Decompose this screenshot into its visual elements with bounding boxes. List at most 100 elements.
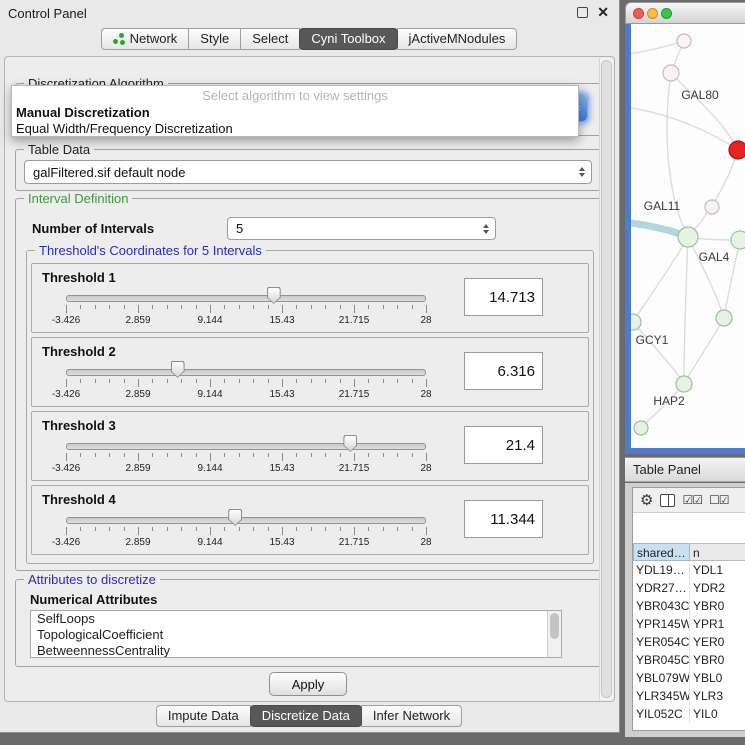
network-canvas[interactable]: GAL80GAL11GAL4GCY1HAP2 [631, 24, 745, 448]
node-table-window: ⚙ ☑☑ ☐☑ shared… n YDL19…YDL1YDR27…YDR2YB… [632, 487, 745, 731]
tab-discretize-data[interactable]: Discretize Data [250, 705, 362, 727]
table-row[interactable]: YIL052CYIL0 [633, 705, 745, 723]
table-row[interactable]: YDL19…YDL1 [633, 561, 745, 579]
table-cell[interactable]: YDR2 [690, 579, 745, 597]
network-window-titlebar[interactable] [625, 2, 745, 24]
gear-icon[interactable]: ⚙ [640, 493, 653, 508]
node-hap2[interactable] [676, 376, 692, 392]
table-cell[interactable]: YBR0 [690, 651, 745, 669]
tick-label: 28 [420, 537, 431, 548]
threshold-2-value-field[interactable]: 6.316 [464, 352, 543, 390]
tick-label: 21.715 [339, 389, 370, 400]
table-row[interactable]: YDR27…YDR2 [633, 579, 745, 597]
node-label: HAP2 [653, 394, 685, 408]
table-cell[interactable]: YLR3 [690, 687, 745, 705]
table-row[interactable]: YPR145WYPR1 [633, 615, 745, 633]
table-row[interactable]: YLR345WYLR3 [633, 687, 745, 705]
table-row[interactable]: YBR043CYBR0 [633, 597, 745, 615]
table-cell[interactable]: YPR145W [633, 615, 690, 633]
threshold-1-slider[interactable]: -3.4262.8599.14415.4321.71528 [46, 286, 446, 330]
table-cell[interactable]: YBR0 [690, 597, 745, 615]
tab-network[interactable]: Network [101, 28, 190, 50]
table-cell[interactable]: YDR27… [633, 579, 690, 597]
table-panel-titlebar[interactable]: Table Panel [625, 457, 745, 482]
node-gal11[interactable] [705, 200, 719, 214]
numerical-attributes-list[interactable]: SelfLoopsTopologicalCoefficientBetweenne… [30, 610, 562, 658]
algorithm-dropdown: Select algorithm to view settings Manual… [11, 85, 579, 137]
threshold-2-slider[interactable]: -3.4262.8599.14415.4321.71528 [46, 360, 446, 404]
table-cell[interactable]: YDL1 [690, 561, 745, 579]
network-node[interactable] [677, 34, 691, 48]
table-cell[interactable]: YBL079W [633, 669, 690, 687]
table-cell[interactable]: YBR043C [633, 597, 690, 615]
table-cell[interactable]: YDL19… [633, 561, 690, 579]
table-row[interactable]: YER054CYER0 [633, 633, 745, 651]
attributes-group: Attributes to discretize Numerical Attri… [15, 579, 601, 667]
tab-style[interactable]: Style [188, 28, 241, 50]
threshold-1-label: Threshold 1 [42, 270, 116, 285]
tab-jactivemnodules[interactable]: jActiveMNodules [397, 28, 518, 50]
list-item[interactable]: TopologicalCoefficient [31, 627, 561, 643]
slider-thumb[interactable] [343, 435, 357, 452]
column-header-shared-name[interactable]: shared… [633, 543, 690, 561]
table-cell[interactable]: YER054C [633, 633, 690, 651]
slider-thumb[interactable] [267, 287, 281, 304]
slider-thumb[interactable] [228, 509, 242, 526]
threshold-4-panel: Threshold 4 -3.4262.8599.14415.4321.7152… [31, 485, 589, 555]
node-gal4[interactable] [678, 227, 698, 247]
threshold-1-value-field[interactable]: 14.713 [464, 278, 543, 316]
table-row[interactable]: YBL079WYBL0 [633, 669, 745, 687]
network-node[interactable] [731, 231, 745, 249]
apply-button[interactable]: Apply [269, 672, 347, 696]
attributes-group-label: Attributes to discretize [24, 572, 160, 587]
slider-tick-labels: -3.4262.8599.14415.4321.71528 [66, 315, 426, 327]
window-buttons: ✕ [577, 6, 609, 18]
table-cell[interactable]: YIL052C [633, 705, 690, 723]
network-node[interactable] [729, 141, 745, 159]
table-cell[interactable]: YER0 [690, 633, 745, 651]
number-of-intervals-label: Number of Intervals [32, 221, 154, 236]
table-row[interactable]: YBR045CYBR0 [633, 651, 745, 669]
node-gcy1[interactable] [631, 314, 641, 330]
table-cell[interactable]: YBR045C [633, 651, 690, 669]
dropdown-option-equal-width-frequency[interactable]: Equal Width/Frequency Discretization [12, 120, 578, 136]
close-traffic-light[interactable] [633, 8, 644, 19]
dropdown-option-manual-discretization[interactable]: Manual Discretization [12, 104, 578, 120]
table-data-select[interactable]: galFiltered.sif default node [24, 160, 592, 184]
node-label: GAL4 [699, 250, 730, 264]
threshold-4-value-field[interactable]: 11.344 [464, 500, 543, 538]
threshold-4-slider[interactable]: -3.4262.8599.14415.4321.71528 [46, 508, 446, 552]
panel-scrollbar[interactable] [599, 58, 613, 700]
select-rows-icon[interactable]: ☐☑ [709, 494, 729, 506]
close-icon[interactable]: ✕ [597, 6, 609, 18]
columns-icon[interactable] [660, 494, 675, 507]
list-item[interactable]: BetweennessCentrality [31, 643, 561, 658]
network-node[interactable] [716, 310, 732, 326]
list-item[interactable]: SelfLoops [31, 611, 561, 627]
tick-label: 9.144 [197, 389, 222, 400]
slider-tick-labels: -3.4262.8599.14415.4321.71528 [66, 463, 426, 475]
threshold-3-slider[interactable]: -3.4262.8599.14415.4321.71528 [46, 434, 446, 478]
float-window-icon[interactable] [577, 7, 588, 18]
tab-select[interactable]: Select [240, 28, 300, 50]
node-gal80[interactable] [663, 65, 679, 81]
network-node[interactable] [634, 421, 648, 435]
table-cell[interactable]: YIL0 [690, 705, 745, 723]
column-header-name[interactable]: n [690, 543, 745, 561]
table-cell[interactable]: YBL0 [690, 669, 745, 687]
table-cell[interactable]: YPR1 [690, 615, 745, 633]
zoom-traffic-light[interactable] [661, 8, 672, 19]
tab-impute-data[interactable]: Impute Data [156, 705, 251, 727]
list-scrollbar[interactable] [547, 611, 561, 657]
number-of-intervals-select[interactable]: 5 [227, 217, 496, 240]
minimize-traffic-light[interactable] [647, 8, 658, 19]
tab-cyni-toolbox[interactable]: Cyni Toolbox [299, 28, 397, 50]
slider-thumb[interactable] [171, 361, 185, 378]
table-cell[interactable]: YLR345W [633, 687, 690, 705]
select-columns-icon[interactable]: ☑☑ [682, 494, 702, 506]
network-frame: GAL80GAL11GAL4GCY1HAP2 [625, 24, 745, 454]
cyni-toolbox-panel: Discretization Algorithm Select algorith… [4, 56, 615, 702]
tick-label: 28 [420, 389, 431, 400]
threshold-3-value-field[interactable]: 21.4 [464, 426, 543, 464]
tab-infer-network[interactable]: Infer Network [361, 705, 462, 727]
